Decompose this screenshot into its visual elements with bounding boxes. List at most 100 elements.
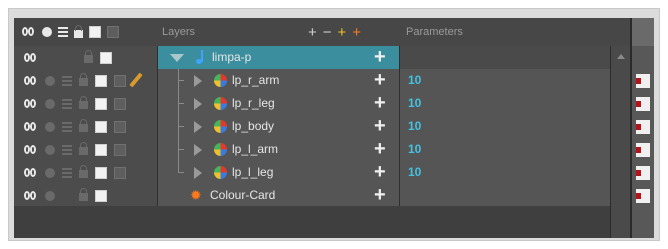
layers-icon[interactable] bbox=[62, 98, 72, 109]
add-peg-button[interactable]: + bbox=[338, 24, 347, 41]
add-button[interactable]: + bbox=[374, 138, 386, 161]
color-swatch-icon[interactable] bbox=[95, 143, 107, 156]
lock-all-icon[interactable] bbox=[74, 24, 83, 38]
parameter-cell[interactable]: 10 bbox=[400, 138, 610, 161]
solo-icon[interactable] bbox=[45, 190, 55, 201]
solo-icon[interactable] bbox=[45, 75, 55, 86]
layers-icon[interactable] bbox=[62, 75, 72, 86]
layer-row[interactable]: ✹ Colour-Card + bbox=[14, 184, 630, 207]
visibility-icon[interactable] bbox=[24, 75, 38, 87]
lock-icon[interactable] bbox=[84, 50, 93, 63]
outline-swatch-icon[interactable] bbox=[114, 120, 126, 133]
color-swatch-icon[interactable] bbox=[95, 120, 107, 133]
expand-icon[interactable] bbox=[194, 98, 202, 110]
color-swatch-icon[interactable] bbox=[95, 166, 107, 179]
lock-icon[interactable] bbox=[79, 188, 88, 201]
keyframe-icon[interactable] bbox=[636, 101, 641, 107]
add-button[interactable]: + bbox=[374, 115, 386, 138]
pencil-icon[interactable] bbox=[129, 72, 143, 88]
vertical-scrollbar[interactable] bbox=[610, 46, 631, 238]
panel-header: Layers + − + + Parameters bbox=[14, 18, 630, 47]
lock-icon[interactable] bbox=[79, 96, 88, 109]
color-swatch-icon[interactable] bbox=[95, 189, 107, 202]
add-button[interactable]: + bbox=[374, 92, 386, 115]
visibility-icon[interactable] bbox=[24, 190, 38, 202]
outline-swatch-icon[interactable] bbox=[114, 97, 126, 110]
solo-icon[interactable] bbox=[45, 121, 55, 132]
layer-name-cell[interactable]: limpa-p + bbox=[158, 46, 400, 69]
color-swatch-icon[interactable] bbox=[95, 74, 107, 87]
lock-icon[interactable] bbox=[79, 73, 88, 86]
color-swatch-icon[interactable] bbox=[89, 26, 101, 38]
layer-name-cell[interactable]: lp_l_arm + bbox=[158, 138, 400, 161]
lock-icon[interactable] bbox=[79, 119, 88, 132]
collapse-icon[interactable] bbox=[170, 54, 184, 62]
solo-icon[interactable] bbox=[45, 98, 55, 109]
solo-icon[interactable] bbox=[45, 167, 55, 178]
add-colour-card-button[interactable]: + bbox=[352, 24, 361, 41]
header-visibility-icons bbox=[22, 18, 119, 46]
outline-swatch-icon[interactable] bbox=[107, 26, 119, 38]
add-button[interactable]: + bbox=[374, 46, 386, 69]
keyframe-icon[interactable] bbox=[636, 193, 641, 199]
visibility-icon[interactable] bbox=[24, 52, 38, 64]
layer-row[interactable]: lp_r_arm + 10 bbox=[14, 69, 630, 92]
keyframe-icon[interactable] bbox=[636, 170, 641, 176]
parameter-cell[interactable]: 10 bbox=[400, 161, 610, 184]
layer-name-cell[interactable]: lp_body + bbox=[158, 115, 400, 138]
add-button[interactable]: + bbox=[374, 161, 386, 184]
group-icon bbox=[196, 50, 204, 64]
expand-icon[interactable] bbox=[194, 75, 202, 87]
layer-row[interactable]: lp_l_arm + 10 bbox=[14, 138, 630, 161]
layers-header: Layers bbox=[162, 26, 196, 38]
layer-tools: + − + + bbox=[308, 18, 361, 46]
layer-name-cell[interactable]: lp_r_arm + bbox=[158, 69, 400, 92]
layer-name: lp_r_leg bbox=[232, 96, 275, 110]
solo-icon[interactable] bbox=[42, 27, 52, 37]
layer-name-cell[interactable]: lp_l_leg + bbox=[158, 161, 400, 184]
parameter-cell[interactable]: 10 bbox=[400, 69, 610, 92]
sun-icon: ✹ bbox=[190, 187, 202, 203]
layer-row[interactable]: lp_r_leg + 10 bbox=[14, 92, 630, 115]
color-swatch-icon[interactable] bbox=[100, 51, 112, 64]
add-button[interactable]: + bbox=[374, 184, 386, 207]
add-layer-button[interactable]: + bbox=[308, 24, 317, 41]
show-all-icon[interactable] bbox=[22, 26, 36, 38]
layer-name: lp_body bbox=[232, 119, 275, 133]
expand-icon[interactable] bbox=[194, 121, 202, 133]
visibility-icon[interactable] bbox=[24, 167, 38, 179]
layer-name-cell[interactable]: lp_r_leg + bbox=[158, 92, 400, 115]
keyframe-icon[interactable] bbox=[636, 124, 641, 130]
solo-icon[interactable] bbox=[45, 144, 55, 155]
layer-row[interactable]: lp_body + 10 bbox=[14, 115, 630, 138]
layer-row[interactable]: limpa-p + bbox=[14, 46, 630, 69]
visibility-icon[interactable] bbox=[24, 144, 38, 156]
layers-icon[interactable] bbox=[58, 27, 68, 37]
lock-icon[interactable] bbox=[79, 142, 88, 155]
outline-swatch-icon[interactable] bbox=[114, 166, 126, 179]
add-button[interactable]: + bbox=[374, 69, 386, 92]
visibility-icon[interactable] bbox=[24, 98, 38, 110]
parameter-cell[interactable]: 10 bbox=[400, 92, 610, 115]
tree-branch bbox=[178, 80, 184, 81]
timeline-strip[interactable] bbox=[630, 18, 654, 238]
expand-icon[interactable] bbox=[194, 144, 202, 156]
keyframe-icon[interactable] bbox=[636, 147, 641, 153]
outline-swatch-icon[interactable] bbox=[114, 74, 126, 87]
remove-layer-button[interactable]: − bbox=[323, 24, 332, 41]
empty-layer-area[interactable] bbox=[14, 206, 630, 238]
layers-icon[interactable] bbox=[62, 144, 72, 155]
outline-swatch-icon[interactable] bbox=[114, 143, 126, 156]
layer-controls bbox=[14, 184, 158, 207]
expand-icon[interactable] bbox=[194, 167, 202, 179]
keyframe-icon[interactable] bbox=[636, 78, 641, 84]
scroll-up-icon[interactable] bbox=[617, 54, 625, 59]
lock-icon[interactable] bbox=[79, 165, 88, 178]
layers-icon[interactable] bbox=[62, 121, 72, 132]
visibility-icon[interactable] bbox=[24, 121, 38, 133]
layers-icon[interactable] bbox=[62, 167, 72, 178]
color-swatch-icon[interactable] bbox=[95, 97, 107, 110]
layer-name-cell[interactable]: ✹ Colour-Card + bbox=[158, 184, 400, 207]
parameter-cell[interactable]: 10 bbox=[400, 115, 610, 138]
layer-row[interactable]: lp_l_leg + 10 bbox=[14, 161, 630, 184]
